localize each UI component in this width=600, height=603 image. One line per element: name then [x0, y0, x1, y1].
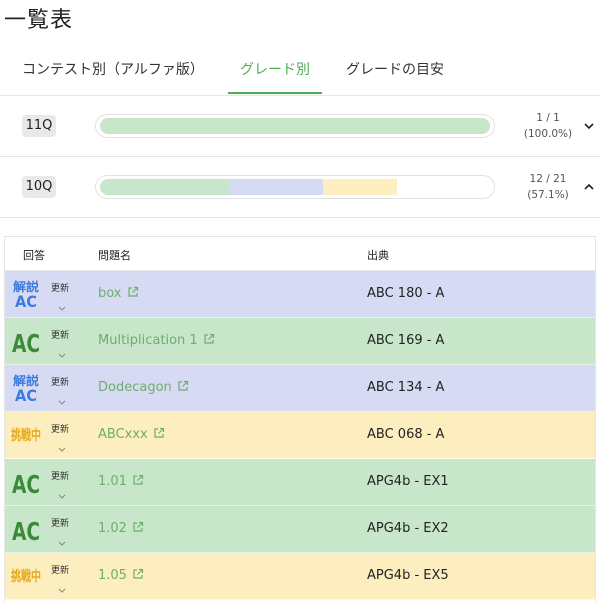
grade-label: 10Q [22, 176, 56, 198]
problem-link[interactable]: Multiplication 1 [98, 333, 215, 348]
chevron-down-icon[interactable] [57, 344, 67, 358]
problem-name: 1.05 [98, 568, 127, 583]
progress-track [100, 179, 490, 195]
external-link-icon [132, 521, 144, 533]
svg-text:AC: AC [12, 329, 40, 358]
solved-count: 12 / 21 [529, 173, 567, 185]
problem-name: Dodecagon [98, 380, 172, 395]
chevron-down-icon[interactable] [57, 297, 67, 311]
external-link-icon [177, 380, 189, 392]
grade-progress-bar [95, 114, 495, 138]
external-link-icon [153, 427, 165, 439]
problem-name: ABCxxx [98, 427, 148, 442]
update-label[interactable]: 更新 [51, 563, 69, 576]
status-trying-icon: 挑戦中 [9, 559, 43, 593]
grade-row: 10Q 12 / 21 (57.1%) [0, 158, 600, 218]
problem-source: ABC 169 - A [367, 333, 445, 348]
svg-text:挑戦中: 挑戦中 [11, 427, 41, 444]
solved-percent: (57.1%) [527, 189, 569, 201]
problem-link[interactable]: 1.02 [98, 521, 144, 536]
chevron-down-icon[interactable] [57, 438, 67, 452]
svg-text:AC: AC [12, 517, 40, 546]
status-editorial-ac-icon: 解説 AC [9, 371, 43, 405]
external-link-icon [203, 333, 215, 345]
problem-link[interactable]: ABCxxx [98, 427, 165, 442]
problem-link[interactable]: 1.01 [98, 474, 144, 489]
status-editorial-ac-icon: 解説 AC [9, 277, 43, 311]
problem-source: APG4b - EX5 [367, 568, 449, 583]
problem-source: ABC 068 - A [367, 427, 445, 442]
table-row: 挑戦中更新 ABCxxx ABC 068 - A [5, 412, 595, 459]
table-header: 回答 問題名 出典 [5, 237, 595, 271]
problem-source: ABC 134 - A [367, 380, 445, 395]
progress-segment-ac [100, 179, 230, 195]
chevron-down-icon[interactable] [57, 391, 67, 405]
solved-percent: (100.0%) [523, 128, 573, 140]
header-source: 出典 [367, 249, 389, 262]
svg-text:挑戦中: 挑戦中 [11, 568, 41, 585]
page-title: 一覧表 [4, 8, 74, 33]
chevron-down-icon[interactable] [57, 485, 67, 499]
svg-text:AC: AC [15, 292, 37, 311]
update-label[interactable]: 更新 [51, 328, 69, 341]
table-row: AC 更新 Multiplication 1 ABC 169 - A [5, 318, 595, 365]
progress-segment-ac [100, 118, 490, 134]
grade-row: 11Q 1 / 1 (100.0%) [0, 97, 600, 157]
svg-text:AC: AC [12, 470, 40, 499]
chevron-up-icon[interactable] [582, 178, 596, 196]
progress-track [100, 118, 490, 134]
update-label[interactable]: 更新 [51, 281, 69, 294]
problem-source: APG4b - EX2 [367, 521, 449, 536]
table-row: AC 更新 1.02 APG4b - EX2 [5, 506, 595, 553]
grade-count: 1 / 1 (100.0%) [520, 110, 576, 142]
table-row: 解説 AC 更新 box ABC 180 - A [5, 271, 595, 318]
problem-link[interactable]: Dodecagon [98, 380, 189, 395]
external-link-icon [127, 286, 139, 298]
status-trying-icon: 挑戦中 [9, 418, 43, 452]
problem-name: 1.02 [98, 521, 127, 536]
header-problem-name: 問題名 [98, 249, 131, 262]
problem-link[interactable]: box [98, 286, 139, 301]
problem-name: box [98, 286, 122, 301]
problem-table: 回答 問題名 出典 解説 AC 更新 box ABC 180 - A AC 更新 Multip… [4, 236, 596, 603]
chevron-down-icon[interactable] [57, 532, 67, 546]
external-link-icon [132, 474, 144, 486]
grade-label: 11Q [22, 115, 56, 137]
svg-text:AC: AC [15, 386, 37, 405]
progress-segment-editorial_ac [229, 179, 323, 195]
update-label[interactable]: 更新 [51, 375, 69, 388]
status-ac-icon: AC [9, 465, 43, 499]
update-label[interactable]: 更新 [51, 469, 69, 482]
tab-bar: コンテスト別（アルファ版） グレード別 グレードの目安 [0, 50, 600, 96]
table-row: 挑戦中更新 1.05 APG4b - EX5 [5, 553, 595, 600]
progress-segment-trying [322, 179, 397, 195]
problem-name: Multiplication 1 [98, 333, 198, 348]
status-ac-icon: AC [9, 324, 43, 358]
external-link-icon [132, 568, 144, 580]
problem-source: APG4b - EX1 [367, 474, 449, 489]
problem-source: ABC 180 - A [367, 286, 445, 301]
table-row: AC 更新 1.01 APG4b - EX1 [5, 459, 595, 506]
problem-link[interactable]: 1.05 [98, 568, 144, 583]
table-row: 解説 AC 更新 Dodecagon ABC 134 - A [5, 365, 595, 412]
grade-count: 12 / 21 (57.1%) [520, 171, 576, 203]
tab-by-grade[interactable]: グレード別 [228, 60, 322, 94]
update-label[interactable]: 更新 [51, 422, 69, 435]
problem-name: 1.01 [98, 474, 127, 489]
tab-grade-guide[interactable]: グレードの目安 [346, 60, 444, 94]
grade-progress-bar [95, 175, 495, 199]
tab-by-contest[interactable]: コンテスト別（アルファ版） [22, 60, 204, 94]
chevron-down-icon[interactable] [582, 117, 596, 135]
status-ac-icon: AC [9, 512, 43, 546]
header-answer: 回答 [23, 249, 45, 262]
chevron-down-icon[interactable] [57, 579, 67, 593]
solved-count: 1 / 1 [536, 112, 560, 124]
update-label[interactable]: 更新 [51, 516, 69, 529]
